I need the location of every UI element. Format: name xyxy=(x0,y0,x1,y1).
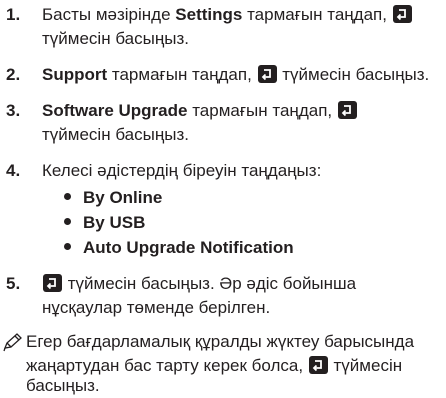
note-text: Егер бағдарламалық құралды жүктеу барысы… xyxy=(26,332,415,351)
step-text: түймесін басыңыз. xyxy=(42,125,189,144)
enter-key-icon xyxy=(43,274,62,292)
enter-key-icon xyxy=(308,356,328,374)
menu-item-software-upgrade: Software Upgrade xyxy=(42,101,188,120)
step-text-part: түймесін басыңыз. xyxy=(277,65,430,84)
step-number: 4. xyxy=(6,161,21,180)
bullet-icon xyxy=(64,193,71,200)
enter-key-icon xyxy=(257,65,277,83)
step-text: Басты мәзірінде Settings тармағын таңдап… xyxy=(42,4,413,26)
method-label: By Online xyxy=(83,188,163,207)
menu-item-support: Support xyxy=(42,65,108,84)
method-item-auto-upgrade: Auto Upgrade Notification xyxy=(64,237,294,259)
enter-key-icon xyxy=(392,5,412,23)
note-text-part: түймесін xyxy=(328,356,403,375)
method-item-online: By Online xyxy=(64,187,162,209)
step-text-part: тармағын таңдап, xyxy=(242,5,392,24)
step-number: 1. xyxy=(6,5,21,24)
step-text: түймесін басыңыз. Әр әдіс бойынша xyxy=(42,273,356,295)
bullet-icon xyxy=(64,243,71,250)
bullet-icon xyxy=(64,218,71,225)
step-number: 5. xyxy=(6,274,21,293)
step-text-part: түймесін басыңыз. Әр әдіс бойынша xyxy=(63,274,357,293)
method-label: Auto Upgrade Notification xyxy=(83,238,294,257)
step-number: 2. xyxy=(6,65,21,84)
pencil-note-icon xyxy=(2,332,24,359)
manual-page: 1. Басты мәзірінде Settings тармағын таң… xyxy=(0,0,446,395)
method-item-usb: By USB xyxy=(64,212,145,234)
step-text: Software Upgrade тармағын таңдап, xyxy=(42,100,358,122)
step-text: нұсқаулар төменде берілген. xyxy=(42,298,271,317)
step-text-part: тармағын таңдап, xyxy=(107,65,257,84)
step-text: Support тармағын таңдап, түймесін басыңы… xyxy=(42,64,429,86)
note-text: басыңыз. xyxy=(26,376,100,395)
note-text-part: жаңартудан бас тарту керек болса, xyxy=(26,356,308,375)
step-text: түймесін басыңыз. xyxy=(42,29,189,48)
menu-item-settings: Settings xyxy=(175,5,243,24)
method-label: By USB xyxy=(83,213,146,232)
step-text-part: Басты мәзірінде xyxy=(42,5,176,24)
step-number: 3. xyxy=(6,101,21,120)
step-text-part: тармағын таңдап, xyxy=(187,101,337,120)
step-text: Келесі әдістердің біреуін таңдаңыз: xyxy=(42,161,322,180)
enter-key-icon xyxy=(337,101,357,119)
